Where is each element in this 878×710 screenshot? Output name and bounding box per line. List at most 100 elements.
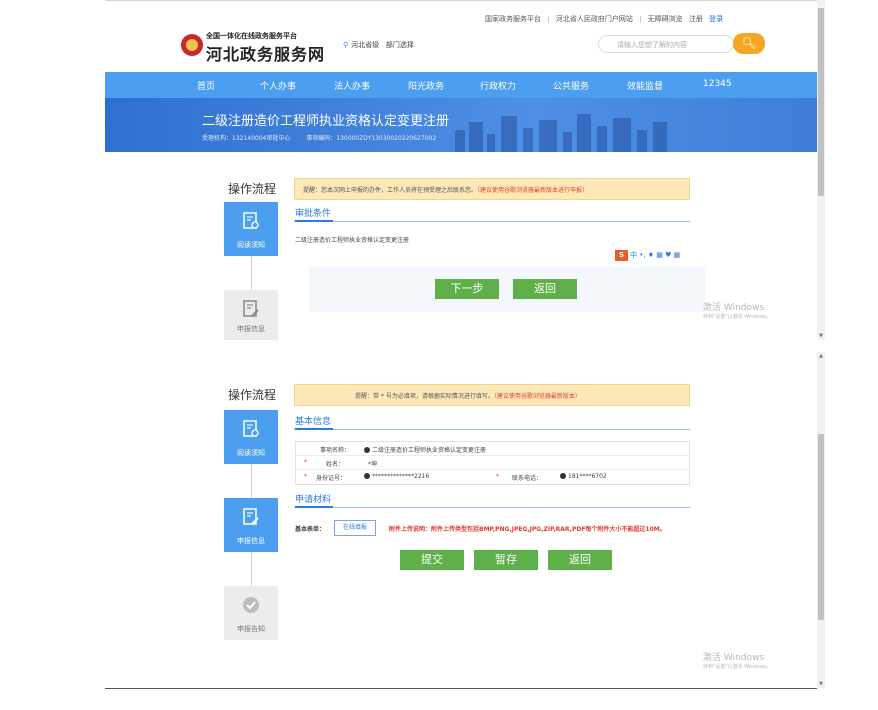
page-pane-bottom: 操作流程 阅读须知 申报信息 申报告知 提醒：带 * 号为必填项，请根据实际情况… (105, 352, 817, 688)
submit-button[interactable]: 提交 (400, 550, 464, 570)
required-star: * (304, 459, 307, 466)
city-silhouette (469, 122, 483, 152)
section-divider (294, 429, 690, 430)
ime-controls: 中 •, ♦ ▦ ♥ ▦ (630, 251, 681, 259)
next-step-button[interactable]: 下一步 (435, 279, 499, 299)
section-divider (294, 221, 690, 222)
link-register[interactable]: 注册 (689, 15, 703, 23)
dept-select-link[interactable]: 部门选择 (386, 41, 414, 49)
phone-value: 181****6702 (560, 473, 607, 480)
step-label: 申报告知 (237, 625, 265, 633)
step-fill-info[interactable]: 申报信息 (224, 498, 278, 552)
condition-text: 二级注册造价工程师执业资格认定变更注册 (295, 237, 410, 244)
form-row-item: 事项名称： 二级注册造价工程师执业资格认定变更注册 (296, 442, 691, 456)
city-silhouette (563, 132, 572, 152)
scroll-down-arrow-icon[interactable]: ▼ (817, 680, 825, 688)
link-hebei-gov[interactable]: 河北省人民政府门户网站 (556, 15, 633, 23)
notice-banner: 提醒：您本次网上申报的办件，工作人员将在预受理之后联系您。（建议使用谷歌浏览器最… (294, 178, 690, 200)
service-meta: 受理机构：132140004审批中心 事项编码：130000ZDY1303002… (202, 133, 450, 142)
page-pane-top: 国家政务服务平台 | 河北省人民政府门户网站 | 无障碍浏览 注册 登录 全国一… (105, 0, 817, 340)
nav-item-legal[interactable]: 法人办事 (334, 79, 370, 92)
back-button[interactable]: 返回 (513, 279, 577, 299)
separator: | (547, 15, 550, 23)
notice-text: 提醒：带 * 号为必填项，请根据实际情况进行填写。 (355, 393, 494, 400)
process-title: 操作流程 (228, 182, 277, 196)
search-input[interactable]: 请输入您想了解的内容 (598, 35, 734, 53)
city-silhouette (613, 118, 631, 152)
sogou-ime-icon: S (615, 250, 628, 261)
pane-bottom-border (105, 688, 817, 689)
attachment-note: 附件上传说明：附件上传类型包括BMP,PNG,JPEG,JPG,ZIP,RAR,… (389, 526, 666, 533)
check-icon (560, 473, 566, 479)
windows-activation-hint: 转到"设置"以激活 Windows。 (703, 664, 772, 670)
basic-form-label: 基本表单： (295, 526, 326, 533)
online-fill-button[interactable]: 在线填报 (334, 520, 376, 536)
save-draft-button[interactable]: 暂存 (474, 550, 538, 570)
notice-browser-hint: （建议使用谷歌浏览器最新版本） (493, 393, 581, 400)
scroll-up-arrow-icon[interactable]: ▲ (817, 352, 825, 360)
check-icon (364, 447, 370, 453)
form-row-id: * 身份证号： **************2216 * 联系电话： 181**… (296, 470, 691, 484)
section-title-materials: 申请材料 (295, 495, 332, 505)
windows-activation-hint: 转到"设置"以激活 Windows。 (703, 314, 772, 320)
link-national-platform[interactable]: 国家政务服务平台 (485, 15, 541, 23)
form-row-name: * 姓名： *坤 (296, 456, 691, 470)
nav-item-public-service[interactable]: 公共服务 (553, 79, 589, 92)
city-silhouette (653, 122, 667, 152)
item-name-value: 二级注册造价工程师执业资格认定变更注册 (364, 445, 486, 454)
city-silhouette (455, 130, 465, 152)
nav-item-supervision[interactable]: 效能监督 (627, 79, 663, 92)
city-silhouette (597, 126, 607, 152)
nav-item-sunshine[interactable]: 阳光政务 (408, 79, 444, 92)
city-silhouette (577, 114, 591, 152)
required-star: * (496, 473, 499, 480)
nav-item-12345[interactable]: 12345 (703, 79, 732, 89)
notice-browser-hint: （建议使用谷歌浏览器最新版本进行申报） (477, 187, 589, 194)
top-links: 国家政务服务平台 | 河北省人民政府门户网站 | 无障碍浏览 注册 登录 (485, 14, 727, 24)
service-code: 事项编码：130000ZDY13030020220627002 (306, 135, 437, 142)
city-silhouette (539, 120, 557, 152)
step-read-notice[interactable]: 阅读须知 (224, 410, 278, 464)
logo-subtitle: 全国一体化在线政务服务平台 (206, 32, 297, 40)
notice-banner: 提醒：带 * 号为必填项，请根据实际情况进行填写。（建议使用谷歌浏览器最新版本） (294, 384, 690, 406)
item-name-label: 事项名称： (320, 447, 351, 454)
section-underline (295, 506, 333, 508)
back-button[interactable]: 返回 (548, 550, 612, 570)
nav-item-personal[interactable]: 个人办事 (260, 79, 296, 92)
edit-document-icon (243, 508, 259, 525)
scroll-down-arrow-icon[interactable]: ▼ (817, 332, 825, 340)
step-connector (251, 256, 252, 290)
nav-item-admin-power[interactable]: 行政权力 (480, 79, 516, 92)
windows-activation-watermark: 激活 Windows (703, 653, 765, 663)
step-read-notice[interactable]: 阅读须知 (224, 202, 278, 256)
button-area (309, 266, 705, 312)
step-label: 阅读须知 (237, 241, 265, 249)
separator: | (639, 15, 642, 23)
name-label: 姓名： (326, 461, 345, 468)
location-selector[interactable]: ⚲ 河北省级 部门选择 (343, 40, 414, 50)
top-border (105, 0, 817, 1)
id-label: 身份证号： (316, 475, 347, 482)
city-silhouette (501, 116, 517, 152)
logo-emblem-icon[interactable] (181, 34, 203, 56)
document-search-icon (243, 212, 259, 229)
step-connector (251, 552, 252, 586)
service-title: 二级注册造价工程师执业资格认定变更注册 (202, 114, 450, 129)
scrollbar-thumb-bottom[interactable] (818, 434, 824, 620)
process-title: 操作流程 (228, 388, 277, 402)
step-fill-info[interactable]: 申报信息 (224, 290, 278, 340)
ime-toolbar[interactable]: S中 •, ♦ ▦ ♥ ▦ (615, 250, 680, 261)
link-login[interactable]: 登录 (709, 15, 723, 23)
nav-item-home[interactable]: 首页 (197, 79, 215, 92)
logo-title[interactable]: 河北政务服务网 (206, 41, 325, 65)
step-label: 申报信息 (237, 325, 265, 333)
city-silhouette (487, 134, 495, 152)
name-value: *坤 (368, 461, 378, 468)
service-banner: 二级注册造价工程师执业资格认定变更注册 受理机构：132140004审批中心 事… (105, 98, 817, 152)
step-declaration-notice[interactable]: 申报告知 (224, 586, 278, 640)
scrollbar-thumb-top[interactable] (818, 8, 824, 196)
main-nav: 首页 个人办事 法人办事 阳光政务 行政权力 公共服务 效能监督 12345 (105, 72, 817, 98)
link-accessibility[interactable]: 无障碍浏览 (648, 15, 683, 23)
phone-label: 联系电话： (512, 475, 543, 482)
search-button[interactable]: 🔍︎ (733, 33, 765, 54)
